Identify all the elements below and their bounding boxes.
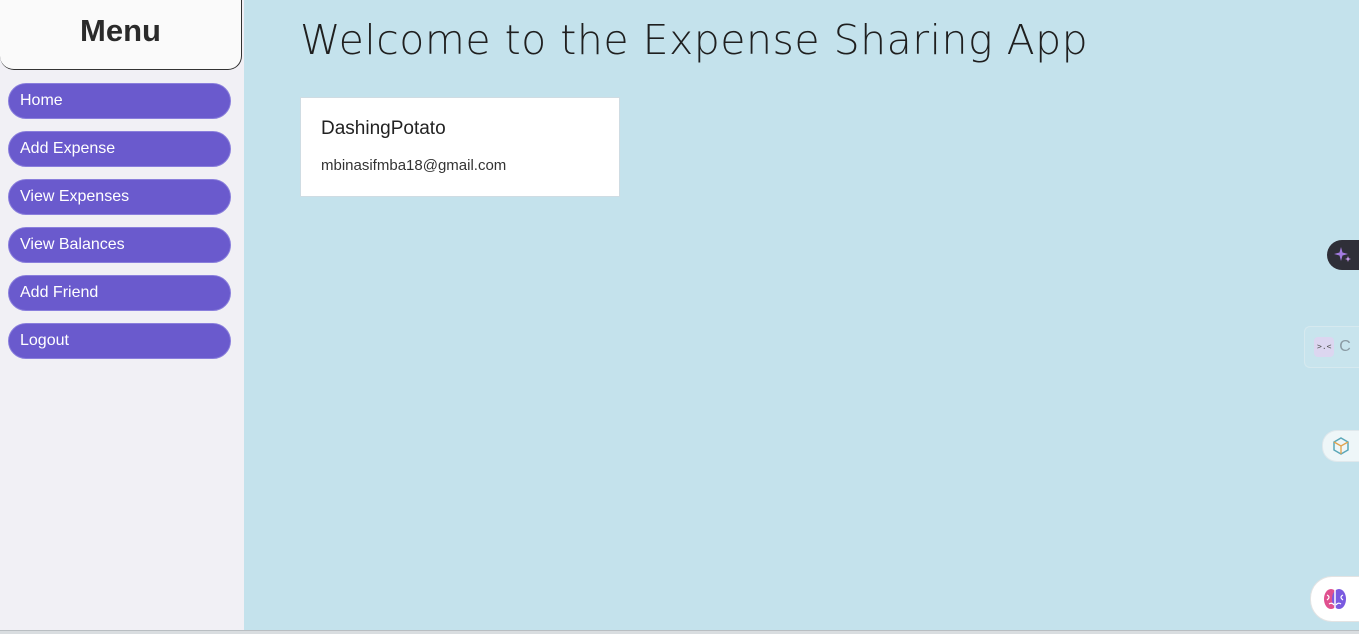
brain-icon	[1324, 589, 1346, 609]
cube-icon	[1333, 437, 1349, 455]
command-icon: >.<	[1314, 337, 1335, 357]
user-email: mbinasifmba18@gmail.com	[321, 157, 507, 174]
nav-add-friend-button[interactable]: Add Friend	[8, 275, 231, 311]
nav-view-expenses-button[interactable]: View Expenses	[8, 179, 231, 215]
sidebar: Menu Home Add Expense View Expenses View…	[0, 0, 244, 630]
main-content: Welcome to the Expense Sharing App Dashi…	[244, 0, 1359, 630]
nav-view-balances-button[interactable]: View Balances	[8, 227, 231, 263]
command-label: C	[1339, 338, 1351, 355]
nav-home-button[interactable]: Home	[8, 83, 231, 119]
command-widget[interactable]: >.< C	[1304, 326, 1359, 368]
user-card: DashingPotato mbinasifmba18@gmail.com	[300, 97, 620, 197]
svg-text:>.<: >.<	[1317, 342, 1332, 351]
nav-logout-button[interactable]: Logout	[8, 323, 231, 359]
ai-sparkle-button[interactable]	[1327, 240, 1359, 270]
user-name: DashingPotato	[321, 118, 446, 139]
sparkle-icon	[1334, 247, 1351, 262]
menu-title: Menu	[80, 12, 161, 48]
brain-tool-button[interactable]	[1310, 576, 1359, 622]
bottom-scrollbar	[0, 630, 1359, 634]
cube-tool-button[interactable]	[1322, 430, 1359, 462]
nav-add-expense-button[interactable]: Add Expense	[8, 131, 231, 167]
page-title: Welcome to the Expense Sharing App	[300, 16, 1089, 64]
menu-header: Menu	[0, 0, 242, 70]
